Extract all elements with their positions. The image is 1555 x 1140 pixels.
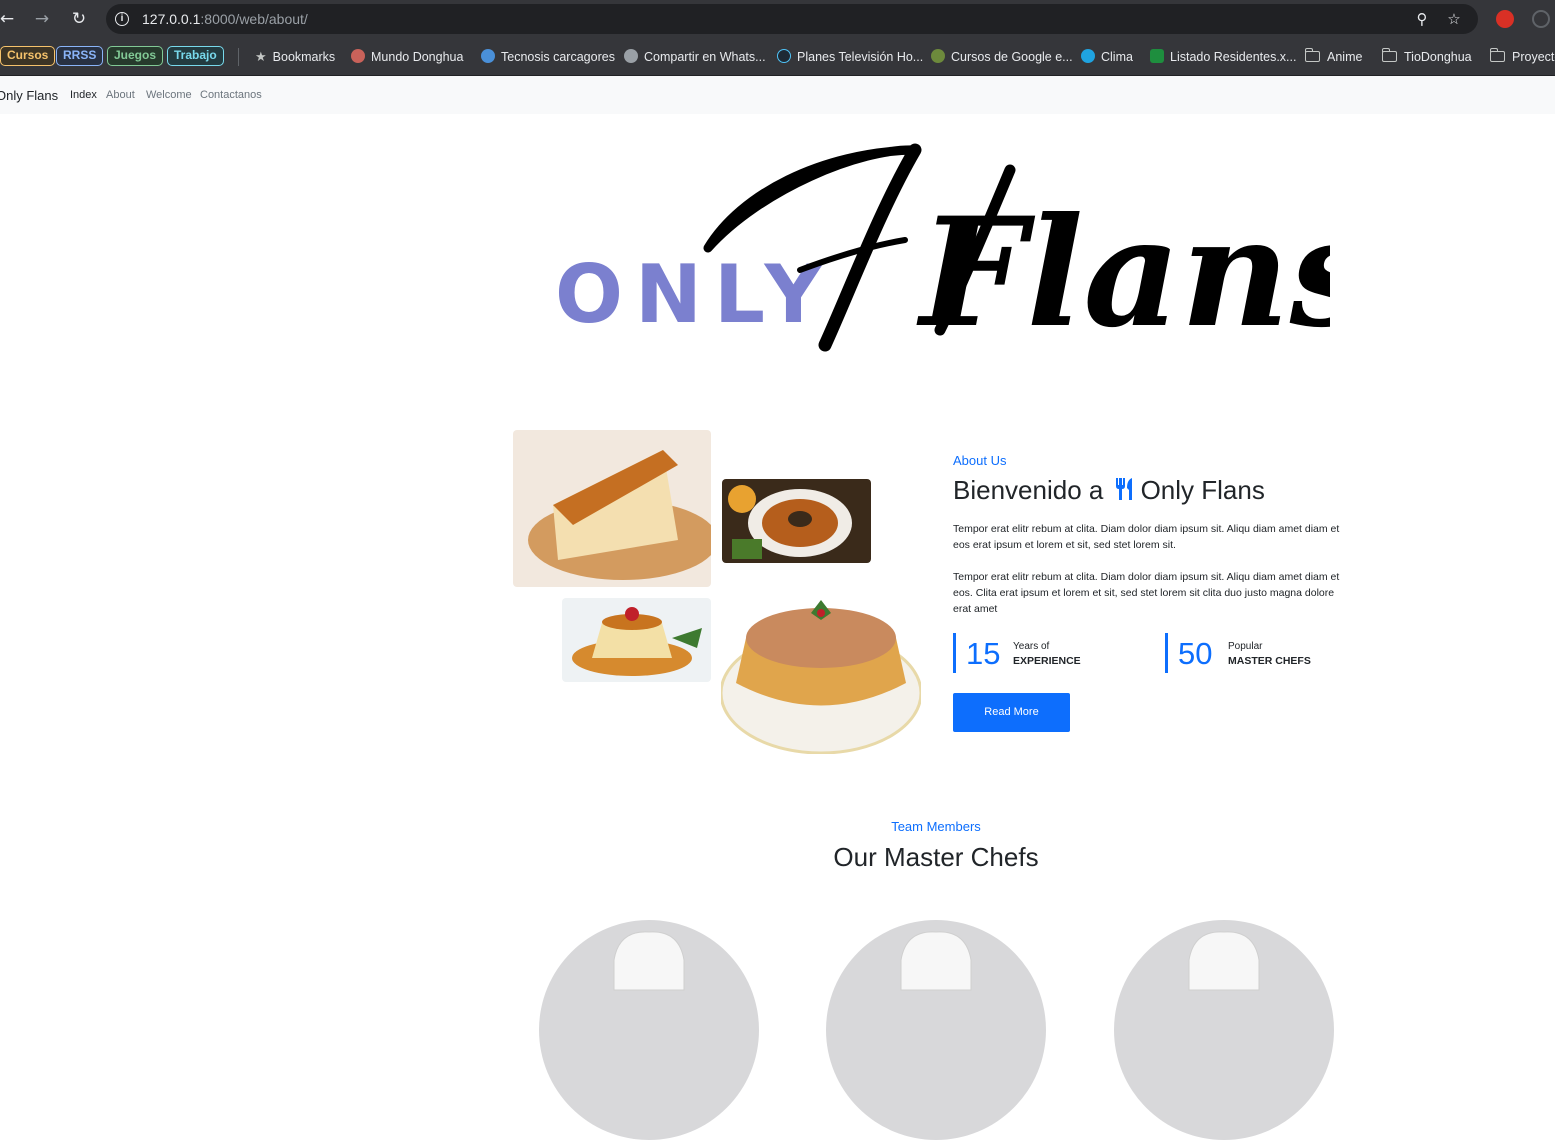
bookmark-tiodonghua[interactable]: TioDonghua [1381, 48, 1472, 66]
stat-number: 50 [1178, 636, 1213, 671]
flan-ring-photo [722, 479, 871, 563]
bookmarks-bar: Cursos RRSS Juegos Trabajo ★ Bookmarks Mu… [0, 38, 1555, 76]
bookmark-listado-residentes[interactable]: Listado Residentes.x... [1150, 48, 1296, 66]
sheets-icon [1150, 49, 1164, 63]
bookmark-proyecto[interactable]: Proyecto [1489, 48, 1555, 66]
bookmark-star-icon[interactable]: ☆ [1444, 9, 1464, 29]
nav-link-about[interactable]: About [106, 89, 135, 101]
chef-avatar [1114, 920, 1334, 1140]
site-navbar: Only Flans Index About Welcome Contactan… [0, 76, 1555, 114]
stat-number: 15 [966, 636, 1001, 671]
logo-flans-script: Flans [703, 143, 1330, 355]
nav-link-index[interactable]: Index [70, 89, 97, 101]
folder-icon [1489, 48, 1505, 62]
google-courses-icon [931, 49, 945, 63]
forward-arrow-icon[interactable]: → [31, 8, 53, 30]
nav-link-welcome[interactable]: Welcome [146, 89, 192, 101]
bookmark-cursos-google[interactable]: Cursos de Google e... [931, 48, 1073, 66]
about-paragraph-2: Tempor erat elitr rebum at clita. Diam d… [953, 571, 1340, 615]
logo-flans-text: Flans [916, 185, 1330, 355]
team-title: Our Master Chefs [833, 842, 1039, 872]
site-info-icon[interactable]: i [115, 12, 129, 26]
bookmark-clima[interactable]: Clima [1081, 48, 1133, 66]
utensils-icon [1115, 478, 1132, 500]
stat-master-chefs: 50 Popular MASTER CHEFS [1165, 633, 1365, 673]
stat-label-line2: MASTER CHEFS [1228, 655, 1311, 667]
stat-label-line1: Years of [1013, 641, 1050, 652]
navbar-brand[interactable]: Only Flans [0, 88, 58, 103]
bookmark-folder-rrss[interactable]: RRSS [56, 46, 104, 66]
about-paragraph-1: Tempor erat elitr rebum at clita. Diam d… [953, 523, 1340, 551]
bookmarks-separator [238, 48, 239, 66]
star-icon: ★ [255, 50, 267, 65]
flan-cherry-photo [562, 598, 711, 682]
folder-icon [1381, 48, 1397, 62]
nav-link-contactanos[interactable]: Contactanos [200, 89, 262, 101]
read-more-button[interactable]: Read More [953, 693, 1070, 732]
bookmark-folder-juegos[interactable]: Juegos [107, 46, 164, 66]
back-arrow-icon[interactable]: ← [0, 8, 18, 30]
flan-whole-photo [721, 598, 921, 754]
extension-icon[interactable] [1496, 10, 1514, 28]
about-title: Bienvenido a Only Flans [953, 475, 1265, 505]
bookmark-bookmarks[interactable]: ★ Bookmarks [255, 48, 335, 66]
bookmark-folder-trabajo[interactable]: Trabajo [167, 46, 224, 66]
flan-slice-photo [513, 430, 711, 587]
address-bar[interactable]: i 127.0.0.1:8000/web/about/ ⚲ ☆ [106, 4, 1478, 34]
chef-avatar [826, 920, 1046, 1140]
folder-icon [1304, 48, 1320, 62]
globe-icon [624, 49, 638, 63]
bookmark-tecnosis[interactable]: Tecnosis carcagores [481, 48, 615, 66]
bookmark-anime[interactable]: Anime [1304, 48, 1362, 66]
zoom-icon[interactable]: ⚲ [1412, 9, 1432, 29]
about-eyebrow: About Us [953, 453, 1007, 468]
bookmark-planes-television[interactable]: Planes Televisión Ho... [777, 48, 923, 66]
stat-label-line2: EXPERIENCE [1013, 655, 1081, 667]
bookmark-compartir-whatsapp[interactable]: Compartir en Whats... [624, 48, 766, 66]
browser-toolbar: ← → ↻ i 127.0.0.1:8000/web/about/ ⚲ ☆ [0, 0, 1555, 38]
tecnosis-icon [481, 49, 495, 63]
play-icon [777, 49, 791, 63]
stat-experience: 15 Years of EXPERIENCE [953, 633, 1153, 673]
donghua-icon [351, 49, 365, 63]
reload-icon[interactable]: ↻ [68, 8, 90, 30]
stat-label-line1: Popular [1228, 641, 1263, 652]
team-eyebrow: Team Members [891, 819, 981, 834]
bookmark-folder-cursos[interactable]: Cursos [0, 46, 56, 66]
weather-icon [1081, 49, 1095, 63]
bookmark-mundo-donghua[interactable]: Mundo Donghua [351, 48, 463, 66]
url-text[interactable]: 127.0.0.1:8000/web/about/ [142, 11, 308, 27]
chef-avatar [539, 920, 759, 1140]
sync-icon[interactable] [1532, 10, 1550, 28]
